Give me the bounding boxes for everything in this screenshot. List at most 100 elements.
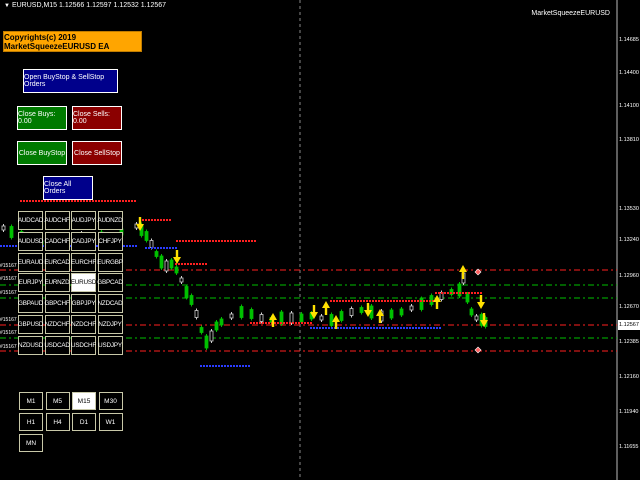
- sellstop-marker: [462, 292, 464, 294]
- sellstop-marker: [203, 240, 205, 242]
- pair-button[interactable]: EURGBP: [97, 252, 123, 272]
- timeframe-button[interactable]: M15: [72, 392, 96, 410]
- pair-button[interactable]: GBPCHF: [44, 294, 70, 314]
- pair-button[interactable]: NZDJPY: [97, 315, 123, 334]
- sellstop-marker: [307, 322, 309, 324]
- sellstop-marker: [402, 300, 404, 302]
- close-sells-button[interactable]: Close Sells: 0.00: [72, 106, 122, 130]
- pair-button[interactable]: USDJPY: [97, 335, 123, 355]
- sellstop-marker: [310, 322, 312, 324]
- buystop-marker: [373, 327, 375, 329]
- pair-button[interactable]: CADCHF: [44, 231, 70, 251]
- sellstop-marker: [375, 300, 377, 302]
- timeframe-button[interactable]: H4: [45, 413, 70, 431]
- close-buystop-button[interactable]: Close BuyStop: [17, 141, 67, 165]
- buystop-marker: [412, 327, 414, 329]
- collapse-triangle-icon[interactable]: ▼: [4, 3, 10, 9]
- buystop-marker: [206, 365, 208, 367]
- sellstop-marker: [148, 219, 150, 221]
- price-axis-label: 1.12670: [619, 304, 639, 310]
- pair-button[interactable]: AUDCAD: [18, 211, 43, 230]
- price-axis-label: 1.12160: [619, 374, 639, 380]
- pair-button[interactable]: EURNZD: [44, 273, 70, 293]
- sellstop-marker: [265, 322, 267, 324]
- buystop-marker: [337, 327, 339, 329]
- timeframe-button[interactable]: W1: [98, 413, 123, 431]
- pair-button[interactable]: GBPJPY: [71, 294, 96, 314]
- pair-button[interactable]: GBPCAD: [97, 273, 123, 293]
- buystop-marker: [203, 365, 205, 367]
- sellstop-marker: [441, 292, 443, 294]
- pair-button[interactable]: EURCHF: [71, 252, 96, 272]
- sellstop-marker: [254, 240, 256, 242]
- pair-button[interactable]: CHFJPY: [97, 231, 123, 251]
- buystop-marker: [328, 327, 330, 329]
- price-axis-label: 1.13810: [619, 137, 639, 143]
- candle-body: [469, 308, 474, 316]
- timeframe-button[interactable]: M5: [45, 392, 70, 410]
- sellstop-marker: [280, 322, 282, 324]
- sellstop-marker: [185, 240, 187, 242]
- pair-button[interactable]: USDCAD: [44, 335, 70, 355]
- sellstop-marker: [190, 263, 192, 265]
- candle-body: [209, 330, 214, 342]
- signal-arrows: [136, 217, 488, 329]
- close-sellstop-button[interactable]: Close SellStop: [72, 141, 122, 165]
- sellstop-marker: [256, 322, 258, 324]
- sellstop-marker: [65, 200, 67, 202]
- pair-button[interactable]: GBPUSD: [18, 315, 43, 334]
- sellstop-marker: [295, 322, 297, 324]
- buystop-marker: [215, 365, 217, 367]
- pair-button[interactable]: CADJPY: [71, 231, 96, 251]
- candle-body: [184, 286, 189, 298]
- sellstop-marker: [242, 240, 244, 242]
- candle-body: [465, 293, 470, 303]
- timeframe-button[interactable]: H1: [19, 413, 43, 431]
- pair-button[interactable]: AUDUSD: [18, 231, 43, 251]
- timeframe-button[interactable]: MN: [19, 434, 43, 452]
- buystop-marker: [230, 365, 232, 367]
- sellstop-marker: [160, 219, 162, 221]
- candle-body: [144, 231, 149, 241]
- sellstop-marker: [221, 240, 223, 242]
- pair-button[interactable]: NZDCHF: [44, 315, 70, 334]
- sellstop-marker: [420, 300, 422, 302]
- buystop-marker: [421, 327, 423, 329]
- timeframe-button[interactable]: D1: [72, 413, 96, 431]
- sellstop-marker: [480, 292, 482, 294]
- sellstop-marker: [169, 219, 171, 221]
- pair-button[interactable]: NZDCHF: [71, 315, 96, 334]
- buystop-marker: [239, 365, 241, 367]
- sellstop-marker: [444, 292, 446, 294]
- sellstop-marker: [41, 200, 43, 202]
- open-orders-button[interactable]: Open BuyStop & SellStop Orders: [23, 69, 118, 93]
- pair-button[interactable]: EURCAD: [44, 252, 70, 272]
- pair-button[interactable]: NZDCAD: [97, 294, 123, 314]
- sellstop-marker: [128, 200, 130, 202]
- timeframe-button[interactable]: M1: [19, 392, 43, 410]
- candle-body: [1, 225, 6, 231]
- close-all-button[interactable]: Close All Orders: [43, 176, 93, 200]
- timeframe-button[interactable]: M30: [98, 392, 123, 410]
- sellstop-marker: [98, 200, 100, 202]
- buystop-marker: [361, 327, 363, 329]
- buystop-marker: [163, 247, 165, 249]
- pair-button[interactable]: EURUSD: [71, 273, 96, 293]
- pair-button[interactable]: AUDNZD: [97, 211, 123, 230]
- pair-button[interactable]: GBPAUD: [18, 294, 43, 314]
- buystop-marker: [433, 327, 435, 329]
- sellstop-marker: [363, 300, 365, 302]
- pair-button[interactable]: EURJPY: [18, 273, 43, 293]
- sellstop-marker: [230, 240, 232, 242]
- sellstop-marker: [393, 300, 395, 302]
- pair-button[interactable]: USDCHF: [71, 335, 96, 355]
- pair-button[interactable]: AUDCHF: [44, 211, 70, 230]
- close-buys-button[interactable]: Close Buys: 0.00: [17, 106, 67, 130]
- pair-button[interactable]: AUDJPY: [71, 211, 96, 230]
- sellstop-marker: [381, 300, 383, 302]
- pair-button[interactable]: EURAUD: [18, 252, 43, 272]
- buystop-marker: [352, 327, 354, 329]
- pair-button[interactable]: NZDUSD: [18, 335, 43, 355]
- candle-body: [239, 306, 244, 318]
- buystop-marker: [135, 245, 137, 247]
